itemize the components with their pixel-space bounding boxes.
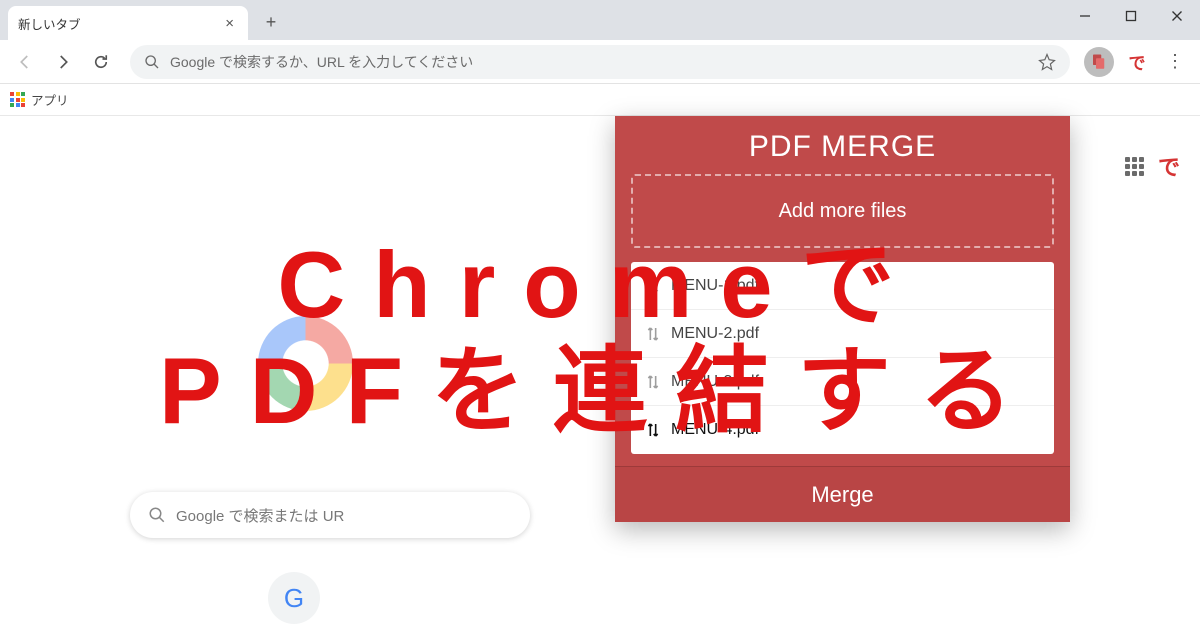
- file-row[interactable]: MENU-4.pdf: [631, 406, 1054, 454]
- drag-handle-icon[interactable]: [645, 374, 661, 390]
- chrome-menu-button[interactable]: ⋮: [1160, 47, 1190, 77]
- center-search-box[interactable]: Google で検索または UR: [130, 492, 530, 538]
- tab-strip: 新しいタブ × +: [0, 0, 1200, 40]
- new-tab-button[interactable]: +: [256, 7, 286, 37]
- extension-de-button[interactable]: で: [1122, 47, 1152, 77]
- add-files-dropzone[interactable]: Add more files: [631, 174, 1054, 248]
- drag-handle-icon[interactable]: [645, 422, 661, 438]
- tab-new[interactable]: 新しいタブ ×: [8, 6, 248, 40]
- file-name: MENU-2.pdf: [671, 325, 759, 343]
- google-g-icon: G: [284, 583, 304, 614]
- minimize-button[interactable]: [1062, 0, 1108, 32]
- search-icon: [148, 506, 166, 524]
- merge-button[interactable]: Merge: [615, 466, 1070, 522]
- file-name: MENU-3.pdf: [671, 373, 759, 391]
- tab-title: 新しいタブ: [18, 14, 81, 33]
- new-tab-page: で Google で検索または UR G PDF MERGE Add more …: [0, 116, 1200, 630]
- pdf-merge-popup: PDF MERGE Add more files MENU-1.pdf MENU…: [615, 116, 1070, 522]
- search-icon: [144, 54, 160, 70]
- dropzone-label: Add more files: [779, 200, 907, 223]
- content-top-right: で: [1125, 150, 1180, 182]
- extension-de-icon[interactable]: で: [1158, 150, 1180, 182]
- popup-title: PDF MERGE: [631, 130, 1054, 164]
- window-controls: [1062, 0, 1200, 32]
- back-button[interactable]: [10, 47, 40, 77]
- google-logo: [258, 316, 353, 411]
- toolbar: Google で検索するか、URL を入力してください で ⋮: [0, 40, 1200, 84]
- omnibox[interactable]: Google で検索するか、URL を入力してください: [130, 45, 1070, 79]
- file-row[interactable]: MENU-2.pdf: [631, 310, 1054, 358]
- reload-button[interactable]: [86, 47, 116, 77]
- google-apps-icon[interactable]: [1125, 157, 1144, 176]
- file-row[interactable]: MENU-3.pdf: [631, 358, 1054, 406]
- drag-handle-icon[interactable]: [645, 278, 661, 294]
- omnibox-placeholder: Google で検索するか、URL を入力してください: [170, 52, 473, 72]
- extension-pdfmerge-button[interactable]: [1084, 47, 1114, 77]
- apps-icon[interactable]: [10, 92, 25, 107]
- tab-close-icon[interactable]: ×: [221, 15, 238, 32]
- merge-button-label: Merge: [811, 482, 873, 508]
- apps-label[interactable]: アプリ: [31, 90, 69, 109]
- bookmark-star-icon[interactable]: [1038, 53, 1056, 71]
- drag-handle-icon[interactable]: [645, 326, 661, 342]
- file-name: MENU-4.pdf: [671, 421, 759, 439]
- maximize-button[interactable]: [1108, 0, 1154, 32]
- center-search-placeholder: Google で検索または UR: [176, 505, 344, 526]
- file-row[interactable]: MENU-1.pdf: [631, 262, 1054, 310]
- file-name: MENU-1.pdf: [671, 277, 759, 295]
- bookmarks-bar: アプリ: [0, 84, 1200, 116]
- close-button[interactable]: [1154, 0, 1200, 32]
- file-list: MENU-1.pdf MENU-2.pdf MENU-3.pdf MENU-4.…: [631, 262, 1054, 454]
- forward-button[interactable]: [48, 47, 78, 77]
- shortcut-google[interactable]: G: [268, 572, 320, 624]
